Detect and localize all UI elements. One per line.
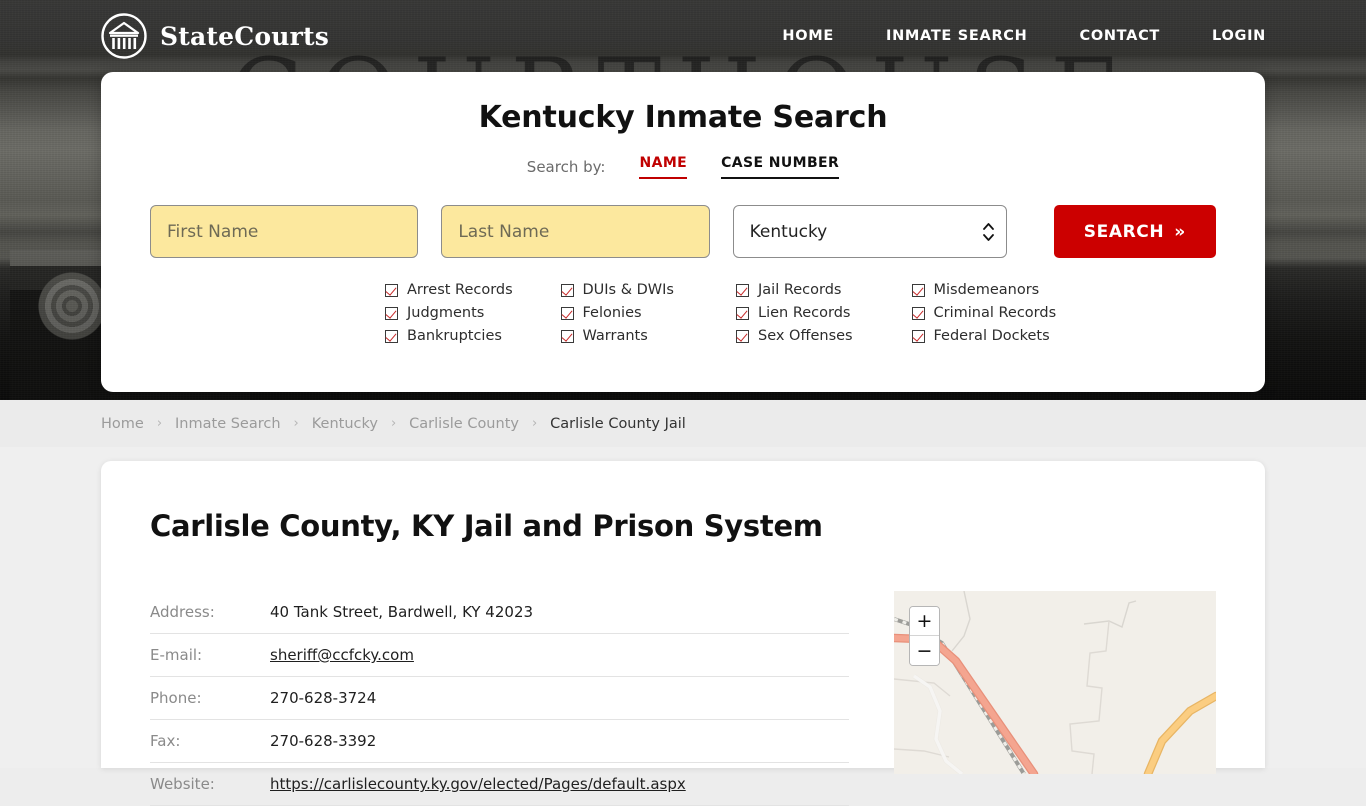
chevron-right-icon: › [293,416,299,431]
row-label: Fax: [150,732,181,750]
detail-columns: Address: 40 Tank Street, Bardwell, KY 42… [150,591,1216,806]
feature-item[interactable]: Misdemeanors [911,282,1088,298]
map-tiles [894,591,1216,774]
row-value: 270-628-3392 [270,732,377,750]
last-name-input[interactable] [441,205,710,258]
feature-label: Warrants [582,328,648,344]
feature-item[interactable]: Felonies [560,305,737,321]
breadcrumb-item-current: Carlisle County Jail [550,415,686,432]
feature-label: Bankruptcies [407,328,502,344]
checkbox-checked-icon [911,283,925,297]
row-value: 270-628-3724 [270,689,377,707]
map-zoom-controls: + − [909,606,940,666]
feature-item[interactable]: Warrants [560,328,737,344]
feature-item[interactable]: Criminal Records [911,305,1088,321]
page-body: Carlisle County, KY Jail and Prison Syst… [0,447,1366,806]
breadcrumb-item-carlisle-county[interactable]: Carlisle County [409,416,519,432]
checkbox-checked-icon [385,283,398,297]
checkbox-checked-icon [736,283,749,297]
state-select[interactable]: Kentucky [732,205,1007,258]
row-value: sheriff@ccfcky.com [270,634,849,677]
table-row: Phone: 270-628-3724 [150,677,849,720]
top-navigation-bar: StateCourts HOME INMATE SEARCH CONTACT L… [0,0,1366,72]
facility-detail-card: Carlisle County, KY Jail and Prison Syst… [101,461,1265,806]
feature-item[interactable]: Judgments [385,305,561,321]
state-select-wrapper: Kentucky [732,205,1007,258]
feature-item[interactable]: Sex Offenses [736,328,912,344]
main-nav: HOME INMATE SEARCH CONTACT LOGIN [782,28,1266,44]
tab-case-number[interactable]: CASE NUMBER [721,155,840,179]
feature-label: Misdemeanors [933,282,1040,298]
table-row: Fax: 270-628-3392 [150,720,849,763]
feature-label: Sex Offenses [758,328,853,344]
feature-item[interactable]: Jail Records [736,282,912,298]
double-chevron-right-icon: » [1174,221,1186,242]
feature-label: DUIs & DWIs [582,282,674,298]
nav-item-inmate-search[interactable]: INMATE SEARCH [886,28,1028,44]
table-row: Website: https://carlislecounty.ky.gov/e… [150,763,849,806]
checkbox-checked-icon [560,306,574,320]
page-title: Carlisle County, KY Jail and Prison Syst… [150,509,823,543]
chevron-right-icon: › [531,416,538,431]
feature-item[interactable]: Federal Dockets [911,328,1088,344]
feature-label: Judgments [407,305,485,321]
checkbox-checked-icon [911,329,925,343]
feature-label: Criminal Records [933,305,1057,321]
checkbox-checked-icon [385,329,398,343]
feature-label: Lien Records [758,305,851,321]
breadcrumb-item-inmate-search[interactable]: Inmate Search [175,416,281,432]
feature-item[interactable]: Arrest Records [385,282,561,298]
row-label: E-mail: [150,646,203,664]
checkbox-checked-icon [560,329,574,343]
courthouse-circle-icon [101,13,147,59]
tab-name[interactable]: NAME [639,155,688,179]
breadcrumb: Home › Inmate Search › Kentucky › Carlis… [0,400,1366,447]
map-zoom-in-button[interactable]: + [910,607,939,636]
checkbox-checked-icon [385,306,398,320]
first-name-input[interactable] [150,205,419,258]
row-label: Website: [150,775,215,793]
checkbox-checked-icon [736,329,749,343]
feature-label: Arrest Records [407,282,513,298]
chevron-right-icon: › [390,416,397,431]
hero-banner: COURTHOUSE StateCourts HOME INMATE SEARC… [0,0,1366,400]
feature-label: Jail Records [758,282,842,298]
brand-name: StateCourts [160,21,329,51]
checkbox-checked-icon [560,283,574,297]
row-value: https://carlislecounty.ky.gov/elected/Pa… [270,763,849,806]
map-zoom-out-button[interactable]: − [910,636,939,665]
row-value: 40 Tank Street, Bardwell, KY 42023 [270,603,534,621]
search-by-label: Search by: [526,158,606,176]
nav-item-contact[interactable]: CONTACT [1079,28,1160,44]
table-row: E-mail: sheriff@ccfcky.com [150,634,849,677]
search-by-row: Search by: NAME CASE NUMBER [101,155,1265,179]
website-link[interactable]: https://carlislecounty.ky.gov/elected/Pa… [270,775,686,793]
search-button[interactable]: SEARCH » [1053,205,1216,258]
nav-item-login[interactable]: LOGIN [1212,28,1266,44]
checkbox-checked-icon [736,306,749,320]
search-button-label: SEARCH [1083,221,1165,242]
record-types-list: Arrest Records DUIs & DWIs Jail Records … [101,282,1265,344]
breadcrumb-item-home[interactable]: Home [101,416,144,432]
checkbox-checked-icon [911,306,925,320]
feature-item[interactable]: Bankruptcies [385,328,561,344]
brand-logo[interactable]: StateCourts [100,12,329,60]
feature-label: Federal Dockets [933,328,1050,344]
table-row: Address: 40 Tank Street, Bardwell, KY 42… [150,591,849,634]
chevron-right-icon: › [156,416,163,431]
feature-label: Felonies [582,305,642,321]
inmate-search-panel: Kentucky Inmate Search Search by: NAME C… [101,72,1265,392]
email-link[interactable]: sheriff@ccfcky.com [270,646,414,664]
breadcrumb-item-kentucky[interactable]: Kentucky [312,416,378,432]
search-panel-title: Kentucky Inmate Search [478,100,888,135]
feature-item[interactable]: Lien Records [736,305,912,321]
row-label: Address: [150,603,215,621]
feature-item[interactable]: DUIs & DWIs [560,282,737,298]
location-map[interactable]: + − [894,591,1216,774]
row-label: Phone: [150,689,202,707]
nav-item-home[interactable]: HOME [782,28,834,44]
search-form: Kentucky SEARCH » [101,205,1265,258]
facility-info-table: Address: 40 Tank Street, Bardwell, KY 42… [150,591,849,806]
